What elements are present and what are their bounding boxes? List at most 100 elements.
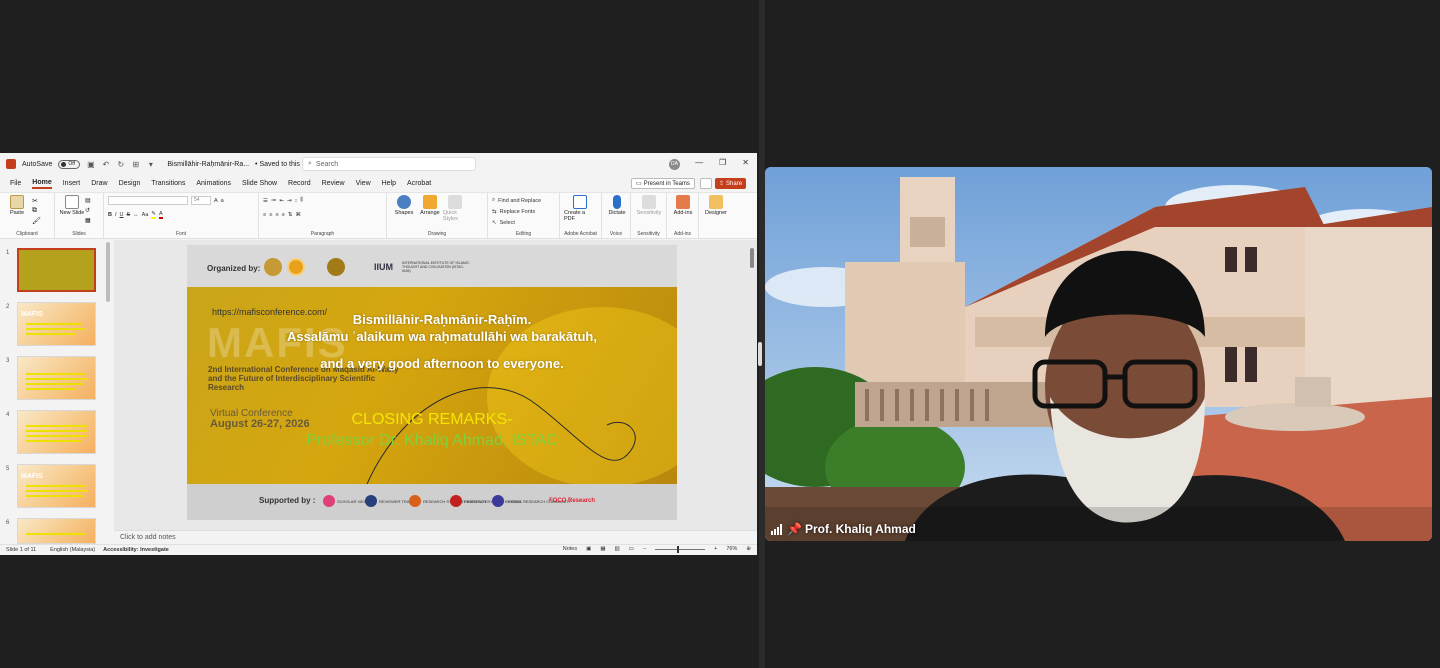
tab-transitions[interactable]: Transitions xyxy=(151,180,185,187)
close-icon[interactable]: ✕ xyxy=(742,158,749,167)
share-button[interactable]: ⇪ Share xyxy=(715,178,747,189)
align-center-icon[interactable]: ≡ xyxy=(269,212,272,218)
replace-fonts-button[interactable]: Replace Fonts xyxy=(500,209,535,215)
tab-insert[interactable]: Insert xyxy=(63,180,81,187)
find-replace-button[interactable]: Find and Replace xyxy=(498,198,541,204)
zoom-slider[interactable] xyxy=(655,545,706,553)
cut-icon[interactable]: ✂ xyxy=(32,197,38,205)
reset-icon[interactable]: ↺ xyxy=(85,207,90,214)
columns-icon[interactable]: ⫼ xyxy=(300,197,303,204)
slide-thumbnail[interactable]: 1 xyxy=(4,248,99,296)
slideshow-icon[interactable]: ▭ xyxy=(629,546,634,552)
copy-icon[interactable]: ⧉ xyxy=(32,207,37,215)
slide-sorter-icon[interactable]: ▦ xyxy=(600,546,605,552)
participant-video[interactable] xyxy=(765,167,1432,541)
format-painter-icon[interactable]: 🖌 xyxy=(32,217,41,225)
change-case-icon[interactable]: Aa xyxy=(142,212,149,218)
zoom-out-icon[interactable]: − xyxy=(643,546,646,552)
greeting-line-1: Bismillāhir-Raḥmānir-Raḥīm. xyxy=(352,312,532,327)
present-in-teams-button[interactable]: ▭ Present in Teams xyxy=(631,178,695,189)
numbering-icon[interactable]: ≔ xyxy=(271,198,277,204)
reading-view-icon[interactable]: ▥ xyxy=(615,546,620,552)
char-spacing-icon[interactable]: ↔ xyxy=(133,212,139,218)
smartart-icon[interactable]: ⌘ xyxy=(295,212,301,218)
decrease-indent-icon[interactable]: ⇤ xyxy=(279,198,284,204)
layout-icon[interactable]: ▤ xyxy=(85,197,91,204)
create-pdf-button[interactable]: Create a PDF xyxy=(564,195,596,222)
dictate-button[interactable]: Dictate xyxy=(606,195,628,216)
justify-icon[interactable]: ≡ xyxy=(282,212,285,218)
search-box[interactable]: ⌕ Search xyxy=(302,157,476,171)
notes-toggle[interactable]: Notes xyxy=(563,546,577,552)
current-slide[interactable]: Organized by: IIUM INTERNATIONAL INSTITU… xyxy=(187,245,677,520)
tab-acrobat[interactable]: Acrobat xyxy=(407,180,431,187)
tab-file[interactable]: File xyxy=(10,180,21,187)
account-avatar[interactable]: DA xyxy=(669,159,680,170)
add-ins-icon xyxy=(676,195,690,209)
zoom-in-icon[interactable]: + xyxy=(714,546,717,552)
text-direction-icon[interactable]: ⇅ xyxy=(288,212,293,218)
shapes-button[interactable]: Shapes xyxy=(391,195,417,216)
restore-icon[interactable]: ❐ xyxy=(719,158,726,167)
tab-slide-show[interactable]: Slide Show xyxy=(242,180,277,187)
adobe-group: Create a PDF Adobe Acrobat xyxy=(560,193,602,238)
decrease-font-icon[interactable]: a xyxy=(221,198,224,204)
underline-icon[interactable]: U xyxy=(120,212,124,218)
bullets-icon[interactable]: ☰ xyxy=(263,198,268,204)
increase-font-icon[interactable]: A xyxy=(214,198,218,204)
add-ins-button[interactable]: Add-ins xyxy=(671,195,695,216)
fit-slide-icon[interactable]: ⊕ xyxy=(746,546,751,552)
tab-design[interactable]: Design xyxy=(119,180,141,187)
minimize-icon[interactable]: — xyxy=(695,158,703,167)
redo-icon[interactable]: ↻ xyxy=(116,160,125,169)
paste-button[interactable]: Paste xyxy=(4,195,30,216)
tab-review[interactable]: Review xyxy=(322,180,345,187)
new-slide-button[interactable]: New Slide xyxy=(59,195,85,216)
tab-home[interactable]: Home xyxy=(32,179,52,189)
tab-draw[interactable]: Draw xyxy=(91,180,107,187)
customize-icon[interactable]: ▾ xyxy=(146,160,155,169)
comments-button[interactable] xyxy=(700,178,712,189)
strikethrough-icon[interactable]: S xyxy=(127,212,131,218)
sensitivity-button[interactable]: Sensitivity xyxy=(635,195,663,216)
thumbnails-scrollbar[interactable] xyxy=(106,240,110,540)
present-icon[interactable]: ⊞ xyxy=(131,160,140,169)
normal-view-icon[interactable]: ▣ xyxy=(586,546,591,552)
tab-record[interactable]: Record xyxy=(288,180,311,187)
document-title[interactable]: Bismillāhir-Raḥmānir-Ra... xyxy=(167,161,249,168)
slide-scrollbar[interactable] xyxy=(748,240,757,530)
slide-thumbnail[interactable]: 5 MAFIS xyxy=(4,464,99,512)
slide-thumbnail[interactable]: 2 MAFIS xyxy=(4,302,99,350)
autosave-toggle[interactable]: Off xyxy=(58,159,81,169)
section-icon[interactable]: ▦ xyxy=(85,217,91,224)
pin-icon[interactable]: 📌 xyxy=(787,522,802,536)
save-icon[interactable]: ▣ xyxy=(86,160,95,169)
tab-view[interactable]: View xyxy=(356,180,371,187)
sensitivity-group: Sensitivity Sensitivity xyxy=(631,193,667,238)
accessibility-status[interactable]: Accessibility: Investigate xyxy=(103,547,169,553)
quick-styles-button[interactable]: Quick Styles xyxy=(443,195,467,222)
thumb-image: MAFIS xyxy=(17,464,96,508)
increase-indent-icon[interactable]: ⇥ xyxy=(287,198,292,204)
line-spacing-icon[interactable]: ↕ xyxy=(295,198,298,204)
italic-icon[interactable]: I xyxy=(115,212,117,218)
slide-thumbnail[interactable]: 4 xyxy=(4,410,99,458)
language-status[interactable]: English (Malaysia) xyxy=(50,547,95,553)
tab-help[interactable]: Help xyxy=(382,180,396,187)
bold-icon[interactable]: B xyxy=(108,212,112,218)
font-name-field[interactable] xyxy=(108,196,188,205)
split-handle[interactable] xyxy=(758,342,762,366)
designer-button[interactable]: Designer xyxy=(703,195,729,216)
zoom-level[interactable]: 76% xyxy=(726,546,737,552)
font-color-icon[interactable]: A xyxy=(159,211,163,219)
align-right-icon[interactable]: ≡ xyxy=(275,212,278,218)
arrange-button[interactable]: Arrange xyxy=(419,195,441,216)
slide-thumbnail[interactable]: 3 xyxy=(4,356,99,404)
notes-pane[interactable]: Click to add notes xyxy=(114,530,757,544)
tab-animations[interactable]: Animations xyxy=(196,180,231,187)
font-size-field[interactable]: 54 xyxy=(191,196,211,205)
highlight-icon[interactable]: ✎ xyxy=(151,211,157,219)
select-button[interactable]: Select xyxy=(500,220,515,226)
undo-icon[interactable]: ↶ xyxy=(101,160,110,169)
align-left-icon[interactable]: ≡ xyxy=(263,212,266,218)
